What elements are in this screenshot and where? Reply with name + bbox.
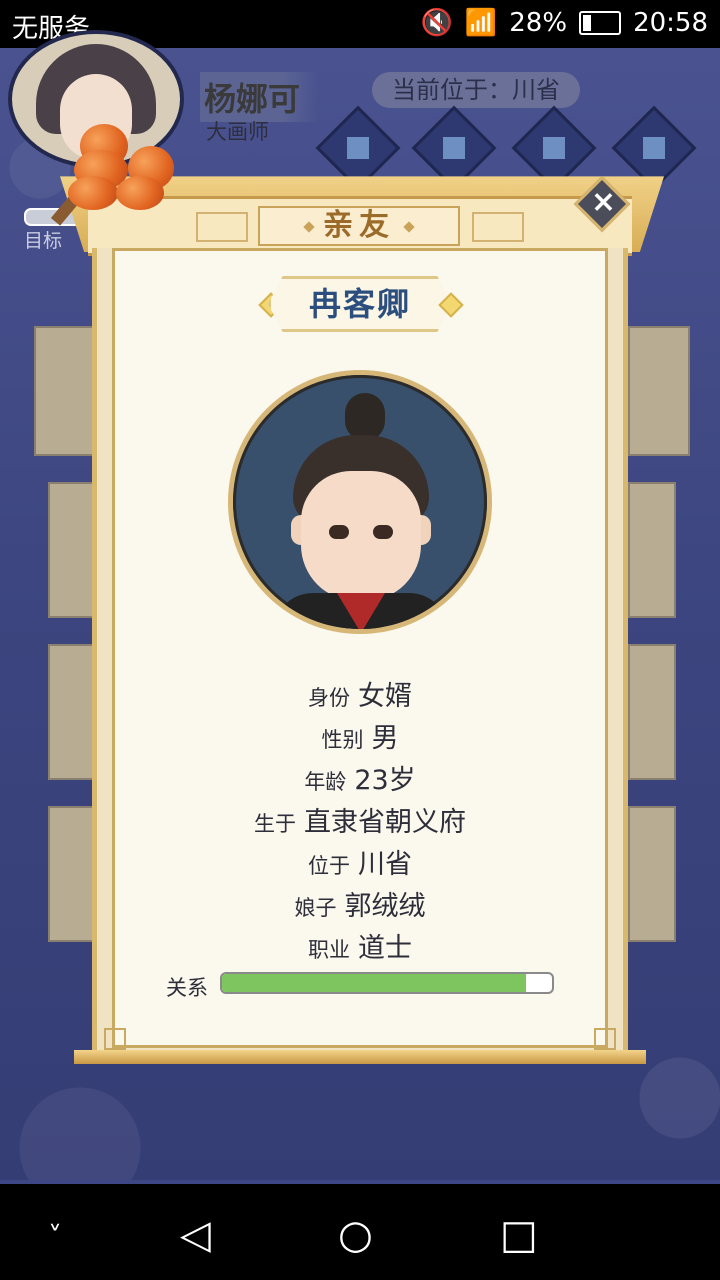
corner-ornament bbox=[594, 1028, 616, 1050]
battery-icon bbox=[579, 11, 622, 35]
target-label: 目标 bbox=[24, 230, 63, 252]
info-row-spouse: 娘子 郭绒绒 bbox=[294, 891, 426, 922]
player-name: 杨娜可 bbox=[200, 72, 319, 122]
character-portrait bbox=[228, 370, 492, 634]
header-ornament bbox=[472, 212, 524, 242]
recent-square-icon[interactable]: □ bbox=[500, 1212, 538, 1258]
info-row-birthplace: 生于 直隶省朝义府 bbox=[254, 807, 466, 838]
background-card bbox=[628, 326, 690, 456]
dialog-title: 亲友 bbox=[258, 206, 460, 246]
info-row-identity: 身份 女婿 bbox=[308, 681, 412, 712]
battery-percent: 28% bbox=[509, 8, 568, 38]
location-pill: 当前位于：川省 bbox=[372, 72, 580, 108]
persimmon-icon bbox=[116, 176, 164, 210]
background-card bbox=[628, 644, 676, 780]
header-ornament bbox=[196, 212, 248, 242]
corner-ornament bbox=[104, 1028, 126, 1050]
clock: 20:58 bbox=[633, 8, 708, 38]
info-row-gender: 性别男 bbox=[321, 723, 399, 754]
background-card bbox=[628, 806, 676, 942]
background-card bbox=[628, 482, 676, 618]
persimmon-icon bbox=[68, 176, 118, 210]
relationship-fill bbox=[222, 974, 526, 992]
scroll-bottom-rod bbox=[74, 1050, 646, 1064]
close-icon: × bbox=[590, 184, 616, 220]
home-circle-icon[interactable]: ○ bbox=[338, 1212, 373, 1258]
relationship-bar bbox=[220, 972, 554, 994]
relationship-label: 关系 bbox=[166, 976, 208, 1000]
info-row-location: 位于 川省 bbox=[308, 849, 412, 880]
mute-icon: 🔇 bbox=[420, 8, 453, 38]
chevron-down-icon[interactable]: ˅ bbox=[48, 1220, 62, 1253]
info-row-occupation: 职业 道士 bbox=[308, 933, 412, 964]
character-name: 冉客卿 bbox=[268, 276, 452, 332]
player-title: 大画师 bbox=[206, 120, 269, 144]
wifi-icon: 📶 bbox=[464, 8, 498, 38]
back-triangle-icon[interactable]: ◁ bbox=[180, 1212, 211, 1258]
info-row-age: 年龄 23岁 bbox=[304, 765, 416, 796]
